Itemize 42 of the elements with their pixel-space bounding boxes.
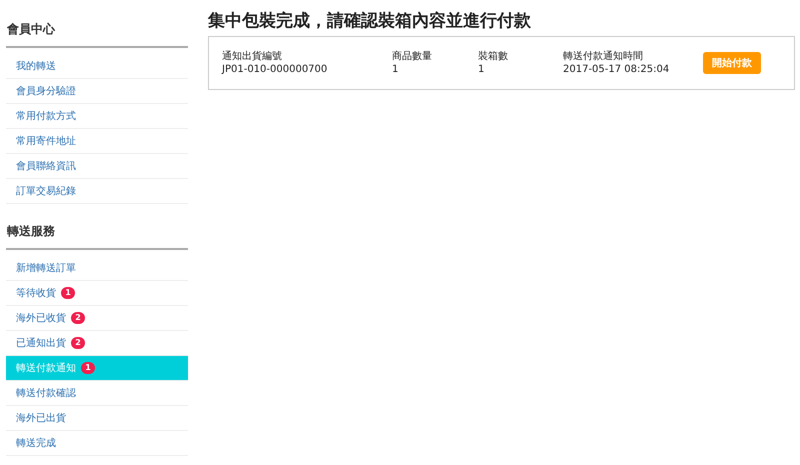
item-label: 等待收貨 — [16, 286, 56, 300]
item-label: 訂單交易紀錄 — [16, 184, 76, 198]
count-badge: 1 — [61, 287, 75, 299]
sidebar-item[interactable]: 訂單交易紀錄 — [6, 179, 188, 204]
item-label: 海外已收貨 — [16, 312, 66, 326]
sidebar-item[interactable]: 常用寄件地址 — [6, 129, 188, 154]
page-title: 集中包裝完成，請確認裝箱內容並進行付款 — [208, 10, 532, 33]
field-value: 2017-05-17 08:25:04 — [563, 63, 670, 76]
field-value: 1 — [392, 63, 400, 76]
item-label: 我的轉送 — [16, 60, 56, 74]
item-label: 常用付款方式 — [16, 110, 76, 124]
section-title: 轉送服務 — [6, 223, 56, 240]
sidebar-item[interactable]: 轉送完成 — [6, 431, 188, 456]
count-badge: 1 — [81, 362, 95, 374]
field-label: 轉送付款通知時間 — [563, 50, 644, 63]
sidebar-item[interactable]: 海外已收貨 2 — [6, 306, 188, 331]
item-label: 常用寄件地址 — [16, 134, 76, 148]
item-label: 會員聯絡資訊 — [16, 160, 76, 174]
item-label: 會員身分驗證 — [16, 84, 76, 98]
item-label: 轉送完成 — [16, 436, 56, 450]
field-value: 1 — [478, 63, 486, 76]
field-label: 通知出貨編號 — [222, 50, 283, 63]
sidebar-item[interactable]: 常用付款方式 — [6, 104, 188, 129]
sidebar-item[interactable]: 等待收貨 1 — [6, 281, 188, 306]
field-label: 裝箱數 — [478, 50, 509, 63]
sidebar-item[interactable]: 會員身分驗證 — [6, 79, 188, 104]
field-label: 商品數量 — [392, 50, 433, 63]
sidebar-item[interactable]: 我的轉送 — [6, 54, 188, 79]
item-label: 轉送付款通知 — [16, 362, 76, 376]
field-value: JP01-010-000000700 — [222, 63, 328, 76]
section-title: 會員中心 — [6, 21, 56, 38]
count-badge: 2 — [71, 337, 85, 349]
item-label: 海外已出貨 — [16, 412, 66, 426]
item-label: 新增轉送訂單 — [16, 262, 76, 276]
sidebar-item[interactable]: 轉送付款確認 — [6, 381, 188, 406]
sidebar-item[interactable]: 海外已出貨 — [6, 406, 188, 431]
sidebar-item[interactable]: 會員聯絡資訊 — [6, 154, 188, 179]
sidebar-item[interactable]: 新增轉送訂單 — [6, 256, 188, 281]
item-label: 轉送付款確認 — [16, 386, 76, 400]
item-label: 已通知出貨 — [16, 336, 66, 350]
count-badge: 2 — [71, 312, 85, 324]
sidebar-item[interactable]: 轉送付款通知 1 — [6, 356, 188, 381]
